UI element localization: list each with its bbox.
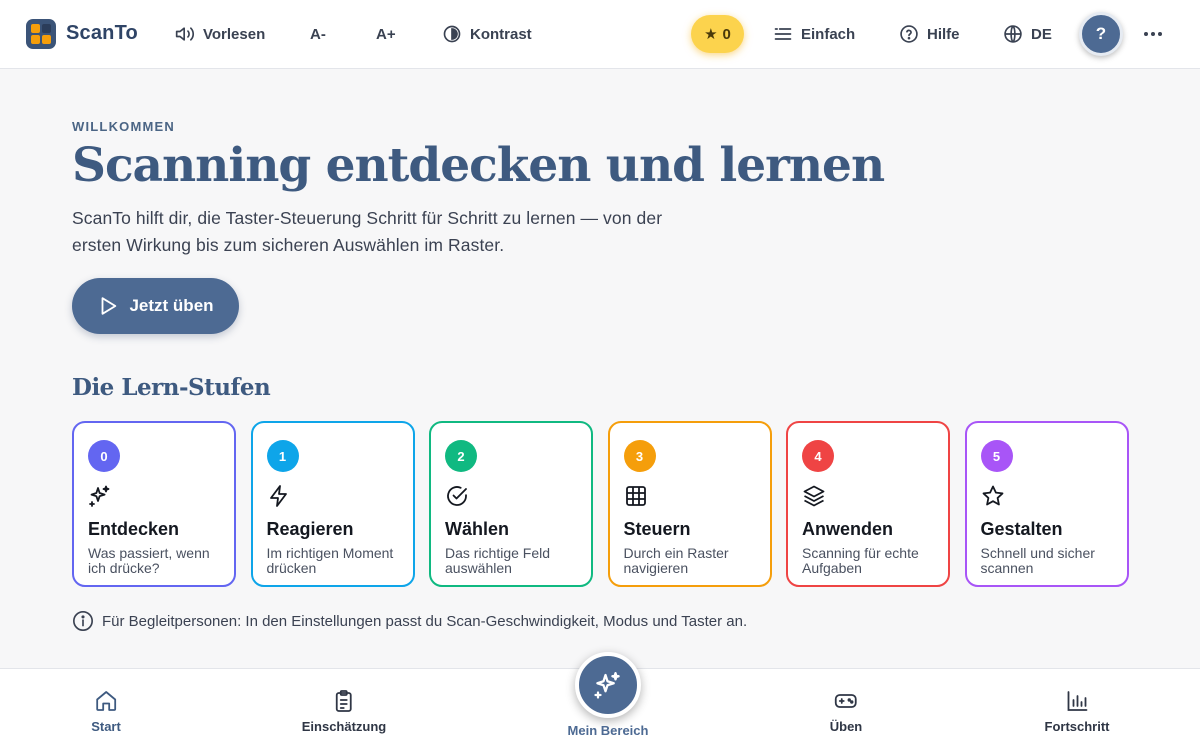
nav-assessment-label: Einschätzung: [301, 719, 387, 734]
lightning-icon: [269, 485, 287, 507]
bar-chart-icon: [1067, 691, 1087, 711]
gamepad-icon: [835, 694, 857, 708]
level-cards: 0 Entdecken Was passiert, wenn ich drück…: [72, 421, 1129, 587]
globe-icon: [1004, 25, 1022, 43]
sparkles-icon: [89, 485, 110, 507]
nav-practice-label: Üben: [829, 719, 863, 734]
nav-progress-label: Fortschritt: [1044, 719, 1110, 734]
level-badge: 5: [980, 440, 1013, 472]
level-description: Was passiert, wenn ich drücke?: [88, 545, 210, 576]
profile-avatar[interactable]: ?: [1079, 12, 1123, 56]
level-name: Reagieren: [266, 519, 354, 539]
level-card-2[interactable]: 2 Wählen Das richtige Feld auswählen: [429, 421, 593, 587]
my-area-button[interactable]: [575, 652, 641, 718]
info-icon: [73, 611, 93, 631]
list-lines-icon: [774, 28, 792, 40]
sparkles-icon: [594, 672, 620, 699]
level-card-3[interactable]: 3 Steuern Durch ein Raster navigieren: [607, 421, 772, 587]
speaker-icon: [175, 27, 195, 41]
help-button[interactable]: Hilfe: [899, 20, 960, 48]
font-larger-button[interactable]: A+: [376, 20, 396, 48]
level-name: Entdecken: [88, 519, 180, 539]
levels-heading: Die Lern-Stufen: [72, 374, 271, 401]
nav-start-label: Start: [91, 719, 121, 734]
level-card-5[interactable]: 5 Gestalten Schnell und sicher scannen: [964, 421, 1129, 587]
level-description: Durch ein Raster navigieren: [623, 545, 729, 576]
level-badge: 1: [266, 440, 299, 472]
language-button[interactable]: DE: [1003, 20, 1052, 48]
contrast-label: Kontrast: [470, 25, 532, 43]
stars-counter[interactable]: ★ 0: [691, 15, 744, 53]
caregiver-note: Für Begleitpersonen: In den Einstellunge…: [72, 610, 747, 632]
layers-icon: [803, 485, 825, 507]
top-bar: ScanTo Vorlesen A- A+ Kontrast ★ 0 Einfa…: [0, 0, 1200, 69]
level-name: Steuern: [623, 519, 691, 539]
level-name: Wählen: [445, 519, 510, 539]
level-badge: 3: [623, 440, 656, 472]
my-area-label[interactable]: Mein Bereich: [568, 723, 649, 738]
star-outline-icon: [982, 485, 1003, 506]
level-badge: 2: [445, 440, 477, 472]
level-description: Das richtige Feld auswählen: [445, 545, 551, 576]
avatar-label: ?: [1095, 24, 1107, 43]
nav-progress[interactable]: Fortschritt: [1045, 689, 1110, 734]
contrast-button[interactable]: Kontrast: [442, 20, 532, 48]
stars-count: 0: [722, 25, 731, 43]
brand-name: ScanTo: [66, 22, 138, 44]
level-badge: 4: [802, 440, 834, 472]
nav-start[interactable]: Start: [91, 689, 121, 734]
font-larger-label: A+: [376, 25, 396, 43]
home-icon: [96, 691, 116, 711]
help-icon: [900, 25, 918, 43]
read-aloud-button[interactable]: Vorlesen: [175, 20, 265, 48]
level-card-4[interactable]: 4 Anwenden Scanning für echte Aufgaben: [786, 421, 950, 587]
nav-assessment[interactable]: Einschätzung: [301, 689, 387, 734]
level-badge: 0: [88, 440, 120, 472]
practice-now-label: Jetzt üben: [129, 296, 214, 315]
intro-text: ScanTo hilft dir, die Taster-Steuerung S…: [72, 208, 663, 255]
app-logo[interactable]: [26, 19, 56, 49]
level-name: Gestalten: [980, 519, 1063, 539]
mode-label: Einfach: [801, 25, 856, 43]
level-card-1[interactable]: 1 Reagieren Im richtigen Moment drücken: [250, 421, 415, 587]
grid-icon: [625, 486, 646, 506]
star-icon: ★: [704, 26, 718, 43]
level-card-0[interactable]: 0 Entdecken Was passiert, wenn ich drück…: [72, 421, 236, 587]
font-smaller-button[interactable]: A-: [310, 20, 326, 48]
nav-practice[interactable]: Üben: [829, 689, 863, 734]
more-menu-icon[interactable]: [1141, 22, 1165, 46]
clipboard-icon: [336, 690, 352, 712]
level-name: Anwenden: [802, 519, 894, 539]
caregiver-note-text: Für Begleitpersonen: In den Einstellunge…: [102, 612, 748, 630]
level-description: Schnell und sicher scannen: [980, 545, 1095, 576]
practice-now-button[interactable]: Jetzt üben: [72, 278, 239, 334]
check-circle-icon: [447, 486, 467, 506]
font-smaller-label: A-: [310, 25, 326, 43]
help-label: Hilfe: [927, 25, 960, 43]
read-aloud-label: Vorlesen: [203, 25, 266, 43]
language-label: DE: [1031, 25, 1052, 43]
level-description: Im richtigen Moment drücken: [266, 545, 394, 576]
level-description: Scanning für echte Aufgaben: [802, 545, 919, 576]
contrast-icon: [443, 25, 461, 43]
play-icon: [102, 297, 117, 315]
welcome-eyebrow: WILLKOMMEN: [72, 119, 175, 134]
mode-simple-button[interactable]: Einfach: [773, 20, 855, 48]
page-title: Scanning entdecken und lernen: [72, 138, 885, 193]
